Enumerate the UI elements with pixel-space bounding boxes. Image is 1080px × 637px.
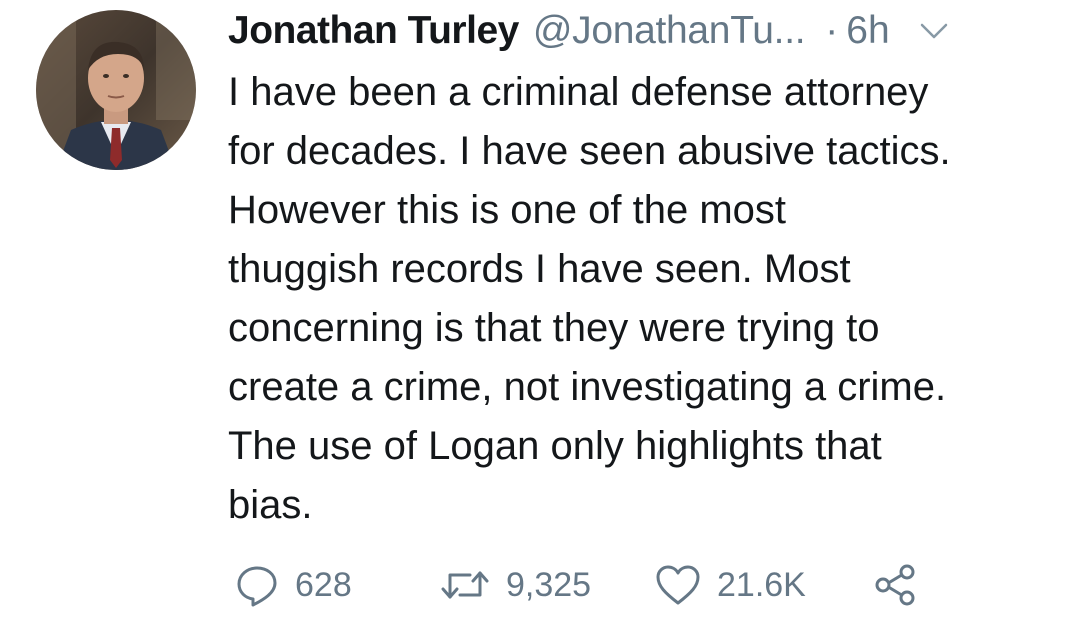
tweet-text-line: bias. xyxy=(228,483,313,527)
tweet-actions: 628 9,325 21.6K xyxy=(235,560,917,610)
retweet-count: 9,325 xyxy=(506,565,592,604)
tweet-text-line: thuggish records I have seen. Most xyxy=(228,247,851,291)
share-icon xyxy=(875,564,915,606)
retweet-icon xyxy=(441,571,489,599)
reply-icon xyxy=(237,566,277,607)
separator-dot: · xyxy=(825,9,839,52)
tweet-header: Jonathan Turley @JonathanTu... · 6h xyxy=(228,4,1058,58)
chevron-down-icon xyxy=(920,23,947,39)
tweet-text-line: create a crime, not investigating a crim… xyxy=(228,365,947,409)
profile-photo-icon xyxy=(36,10,196,170)
tweet-text-line: However this is one of the most xyxy=(228,188,787,232)
reply-count: 628 xyxy=(295,565,352,604)
tweet-text-line: for decades. I have seen abusive tactics… xyxy=(228,129,951,173)
tweet-text-line: I have been a criminal defense attorney xyxy=(228,70,929,114)
share-button[interactable] xyxy=(873,563,917,607)
heart-icon xyxy=(656,565,700,605)
retweet-button[interactable]: 9,325 xyxy=(440,565,655,605)
tweet-text-line: concerning is that they were trying to xyxy=(228,306,880,350)
like-button[interactable]: 21.6K xyxy=(655,564,873,606)
avatar[interactable] xyxy=(36,10,196,170)
tweet-text: I have been a criminal defense attorney … xyxy=(228,63,1058,535)
tweet-text-line: The use of Logan only highlights that xyxy=(228,424,882,468)
tweet-timestamp[interactable]: 6h xyxy=(846,9,889,53)
author-handle[interactable]: @JonathanTu... xyxy=(533,9,806,53)
tweet-menu-button[interactable] xyxy=(918,15,950,47)
reply-button[interactable]: 628 xyxy=(235,563,440,607)
like-count: 21.6K xyxy=(717,565,806,604)
author-name[interactable]: Jonathan Turley xyxy=(228,9,519,53)
